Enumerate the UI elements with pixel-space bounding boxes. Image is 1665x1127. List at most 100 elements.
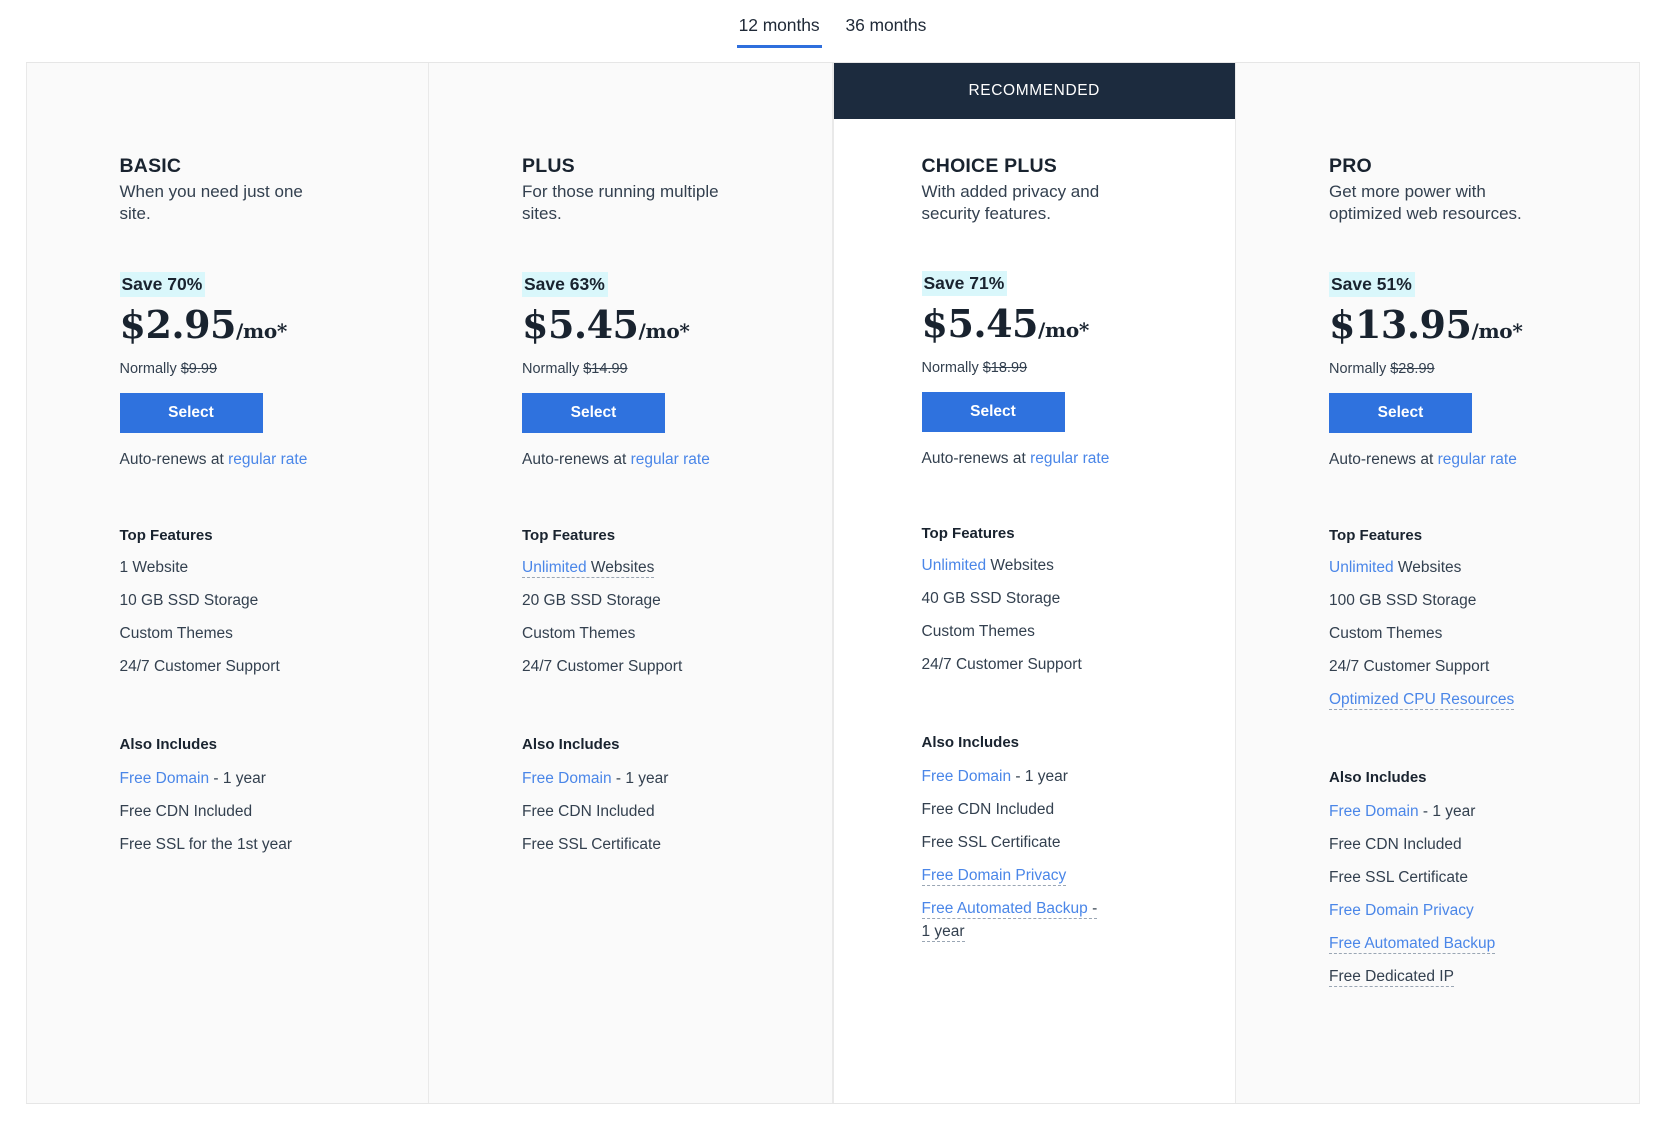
include-item-text: Free CDN Included	[120, 803, 253, 820]
include-item[interactable]: Free Domain - 1 year	[120, 767, 306, 790]
plan-grid: BASIC When you need just one site. Save 70…	[25, 62, 1640, 1104]
include-item-text: Free Domain - 1 year	[1329, 803, 1475, 820]
regular-rate-link[interactable]: regular rate	[1030, 450, 1109, 467]
include-item-text: Free Domain - 1 year	[522, 770, 668, 787]
feature-item: 24/7 Customer Support	[922, 655, 1122, 675]
include-item[interactable]: Free Domain - 1 year	[522, 767, 708, 790]
recommended-ribbon: RECOMMENDED	[833, 63, 1235, 119]
feature-item-link[interactable]: Unlimited	[922, 557, 987, 574]
feature-item-link[interactable]: Unlimited	[1329, 559, 1394, 576]
top-features-heading: Top Features	[522, 527, 616, 544]
include-item[interactable]: Free Automated Backup	[1329, 932, 1515, 955]
also-includes-list: Free Domain - 1 year Free CDN Included Fre…	[1329, 800, 1615, 988]
include-item: Free CDN Included	[522, 800, 708, 823]
auto-renew-note: Auto-renews at regular rate	[1329, 450, 1615, 470]
include-item-suffix: - 1 year	[1418, 803, 1476, 820]
include-item-text: Free Domain - 1 year	[120, 770, 266, 787]
plan-card-plus: PLUS For those running multiple sites. Sav…	[429, 63, 833, 1103]
feature-item-suffix: 24/7 Customer Support	[1329, 658, 1490, 675]
feature-item[interactable]: Unlimited Websites	[922, 556, 1122, 576]
regular-rate-link[interactable]: regular rate	[631, 451, 710, 468]
feature-item: 100 GB SSD Storage	[1329, 591, 1529, 611]
also-includes-heading: Also Includes	[119, 736, 218, 753]
save-badge-wrap: Save 63%	[522, 272, 808, 297]
feature-item-text: 1 Website	[120, 559, 189, 576]
feature-item[interactable]: Unlimited Websites	[522, 558, 722, 578]
feature-item: Custom Themes	[1329, 624, 1529, 644]
feature-item-suffix: 24/7 Customer Support	[522, 658, 683, 675]
include-item: Free SSL for the 1st year	[120, 833, 306, 856]
plan-body: CHOICE PLUS With added privacy and securi…	[834, 119, 1236, 943]
include-item-text: Free SSL for the 1st year	[120, 836, 293, 853]
include-item-suffix: Free SSL Certificate	[921, 834, 1061, 851]
feature-item[interactable]: Optimized CPU Resources	[1329, 690, 1529, 710]
include-item-link[interactable]: Free Domain	[1329, 803, 1419, 820]
feature-item-suffix: Custom Themes	[921, 623, 1035, 640]
include-item[interactable]: Free Domain - 1 year	[1329, 800, 1515, 823]
auto-renew-prefix: Auto-renews at	[119, 451, 229, 468]
include-item-link[interactable]: Free Domain	[120, 770, 210, 787]
term-tab-12-months[interactable]: 12 months	[736, 12, 822, 48]
include-item-suffix: Free CDN Included	[921, 801, 1055, 818]
include-item-suffix: Free CDN Included	[1329, 836, 1462, 853]
plan-card-pro: PRO Get more power with optimized web res…	[1236, 63, 1640, 1103]
include-item-link[interactable]: Free Domain Privacy	[922, 867, 1067, 884]
price-period: /mo*	[236, 319, 288, 343]
feature-item-text: Optimized CPU Resources	[1329, 691, 1515, 710]
normal-price-value: $9.99	[180, 361, 218, 377]
include-item[interactable]: Free Domain - 1 year	[922, 765, 1108, 788]
regular-rate-link[interactable]: regular rate	[228, 451, 307, 468]
top-features-heading: Top Features	[119, 527, 213, 544]
include-item-link[interactable]: Free Automated Backup	[922, 900, 1088, 917]
include-item-text: Free Domain - 1 year	[922, 768, 1068, 785]
plan-inner: CHOICE PLUS With added privacy and securi…	[834, 153, 1236, 943]
include-item-suffix: Free CDN Included	[119, 803, 253, 820]
include-item-link[interactable]: Free Domain Privacy	[1329, 902, 1474, 919]
include-item: Free CDN Included	[1329, 833, 1515, 856]
regular-rate-link[interactable]: regular rate	[1438, 451, 1517, 468]
select-button[interactable]: Select	[1329, 393, 1472, 433]
include-item-text: Free CDN Included	[522, 803, 655, 820]
include-item-link[interactable]: Free Domain	[522, 770, 612, 787]
include-item-text: Free Domain Privacy	[1329, 902, 1474, 919]
feature-item: 1 Website	[120, 558, 320, 578]
top-features-section: Top Features Unlimited Websites 20 GB SSD …	[522, 526, 808, 677]
include-item[interactable]: Free Domain Privacy	[921, 864, 1108, 887]
feature-item-link[interactable]: Optimized CPU Resources	[1329, 691, 1514, 708]
price-block: Save 51% $13.95/mo* Normally $28.99 Select A…	[1329, 272, 1615, 470]
normal-price-label: Normally	[119, 361, 181, 377]
top-features-heading: Top Features	[921, 525, 1015, 542]
include-item-text: Free SSL Certificate	[522, 836, 661, 853]
feature-item-suffix: 24/7 Customer Support	[119, 658, 280, 675]
include-item[interactable]: Free Automated Backup - 1 year	[921, 897, 1108, 943]
include-item-suffix: - 1 year	[1011, 768, 1068, 785]
feature-item-link[interactable]: Unlimited	[522, 559, 587, 576]
pricing-page: 12 months 36 months BASIC When you need ju…	[0, 0, 1665, 1127]
plan-tagline: For those running multiple sites.	[522, 182, 719, 223]
feature-item-suffix: 40 GB SSD Storage	[921, 590, 1061, 607]
include-item-suffix: Free SSL Certificate	[522, 836, 661, 853]
normal-price: Normally $28.99	[1329, 360, 1615, 378]
price-block: Save 71% $5.45/mo* Normally $18.99 Select Au…	[921, 271, 1212, 469]
feature-item[interactable]: Unlimited Websites	[1329, 558, 1529, 578]
include-item[interactable]: Free Domain Privacy	[1329, 899, 1515, 922]
select-button[interactable]: Select	[522, 393, 665, 433]
ribbon-spacer	[1236, 63, 1639, 119]
include-item: Free Dedicated IP	[1329, 965, 1515, 988]
plan-inner: PRO Get more power with optimized web res…	[1236, 153, 1639, 988]
feature-item-suffix: Custom Themes	[522, 625, 636, 642]
include-item-link[interactable]: Free Domain	[922, 768, 1012, 785]
term-tab-36-months[interactable]: 36 months	[844, 12, 929, 48]
normal-price: Normally $14.99	[522, 360, 808, 378]
include-item-suffix: Free CDN Included	[522, 803, 655, 820]
select-button[interactable]: Select	[921, 392, 1065, 432]
plan-body: PRO Get more power with optimized web res…	[1236, 119, 1639, 988]
include-item-link[interactable]: Free Automated Backup	[1329, 935, 1495, 952]
normal-price-value: $14.99	[583, 361, 628, 377]
feature-item-text: Custom Themes	[522, 625, 635, 642]
save-badge: Save 70%	[119, 272, 206, 297]
feature-item-suffix: Websites	[1393, 559, 1462, 576]
feature-item: 10 GB SSD Storage	[120, 591, 320, 611]
include-item-text: Free SSL Certificate	[922, 834, 1061, 851]
select-button[interactable]: Select	[119, 393, 263, 433]
